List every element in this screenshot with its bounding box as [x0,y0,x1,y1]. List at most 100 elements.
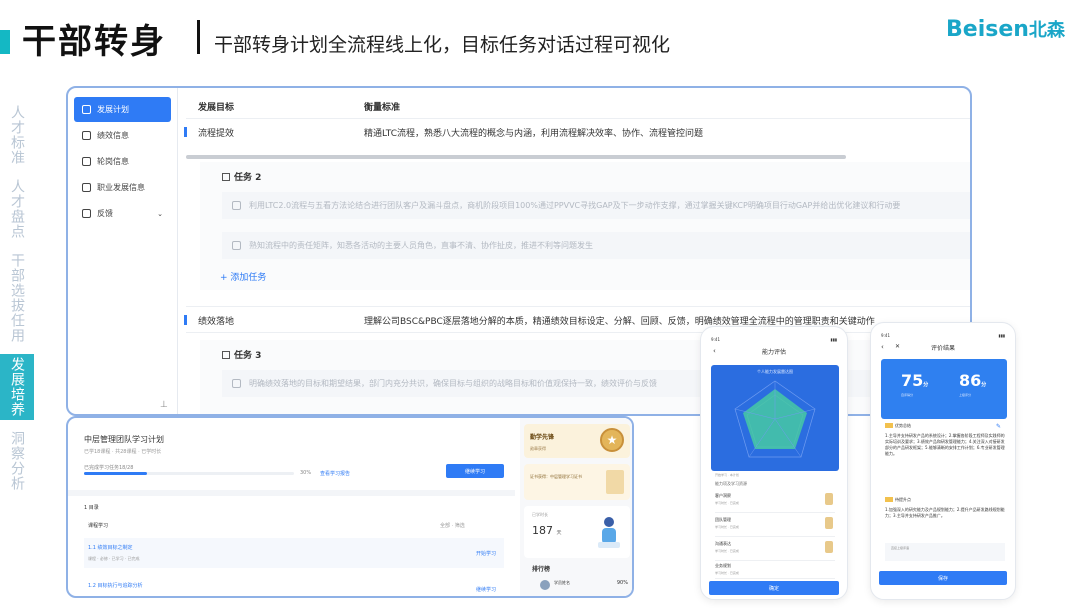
phone-assessment: 9:41 ▮▮▮ ‹ 能力评估 个人能力发展雷达图 开始学习 · 本计划 能力项及… [700,326,848,600]
sidebar-item[interactable]: 职业发展信息 [74,175,171,200]
battery-icon: ▮▮▮ [830,337,837,342]
battery-icon: ▮▮▮ [998,333,1005,338]
badge-icon [825,517,833,529]
filter-control[interactable]: 全部 · 筛选 [440,522,465,529]
sidebar-item-label: 反馈 [97,209,113,218]
report-link[interactable]: 查看学习报告 [320,470,350,477]
progress-bar [84,472,294,475]
goal-cell: 绩效落地 [198,317,235,327]
row-divider [186,118,970,119]
status-bar: 9:41 ▮▮▮ [711,337,837,342]
course-meta: 课程 · 必修 · 已学习 · 已完成 [88,556,140,561]
ability-item[interactable]: 客户洞察学习时长 · 已完成 [715,491,835,513]
ability-sub: 学习时长 · 已完成 [715,549,739,553]
ability-sub: 学习时长 · 已完成 [715,525,739,529]
checkbox-icon[interactable] [232,379,241,388]
sidebar-item[interactable]: 反馈 ⌄ [74,201,171,226]
ability-name: 沟通表达 [715,541,731,546]
radar-chart-panel: 个人能力发展雷达图 [711,365,839,471]
stat-number: 187 [532,524,553,537]
badge-icon [825,541,833,553]
ranking-row[interactable]: 学员姓名 90% [532,580,628,594]
logo-en: Beisen [946,17,1029,42]
row-marker [184,127,187,137]
continue-learning-link[interactable]: 继续学习 [476,586,496,593]
vnav-label: 洞察分析 [9,431,25,491]
sidebar-item[interactable]: 发展计划 [74,97,171,122]
certificate-card[interactable]: 证书获得：中层管理学习证书 [524,464,630,500]
course-learning-label: 课程学习 [88,523,109,529]
feedback-icon [82,209,91,218]
chevron-down-icon[interactable]: ⌄ [157,210,163,218]
title-accent-bar [0,30,10,54]
target-icon [82,105,91,114]
checkbox-icon[interactable] [232,201,241,210]
task-item[interactable]: 明确绩效落地的目标和期望结果，部门内充分共识，确保目标与组织的战略目标和价值观保… [222,370,970,397]
task-title: 任务 2 [222,170,261,183]
sidebar-item-label: 轮岗信息 [97,157,129,166]
row-marker [184,315,187,325]
vnav-label: 干部选拔任用 [9,253,25,343]
phone-nav-title: 评价结果 [930,345,955,352]
status-time: 9:41 [881,333,890,338]
status-bar: 9:41 ▮▮▮ [881,333,1005,338]
ability-item[interactable]: 业务规划学习时长 · 已完成 [715,561,835,579]
confirm-button[interactable]: 确定 [709,581,839,595]
catalog-heading: 1 目录 [84,505,99,511]
sidebar-item-label: 绩效信息 [97,131,129,140]
avatar [540,580,550,590]
add-task-button[interactable]: + 添加任务 [220,270,266,283]
vnav-item[interactable]: 洞察分析 [0,428,34,494]
ability-name: 团队管理 [715,517,731,522]
sidebar-item-label: 职业发展信息 [97,183,145,192]
vnav-item[interactable]: 发展培养 [0,354,34,420]
rotate-icon [82,157,91,166]
plan-main: 中层管理团队学习计划 已学18课程 · 共28课程 · 已学时长 已完成学习任务… [68,418,515,596]
self-score: 75分 [901,371,928,390]
progress-fill [84,472,147,475]
horizontal-scrollbar[interactable] [186,155,846,159]
radar-chart-icon [734,380,816,458]
badge-card[interactable]: 勤学先锋 勋章获得 ★ [524,424,630,458]
ability-sub: 学习时长 · 已完成 [715,501,739,505]
badge-title: 勤学先锋 [530,434,555,441]
vnav-item[interactable]: 干部选拔任用 [0,250,34,346]
page-subtitle: 干部转身计划全流程线上化，目标任务对话过程可视化 [214,34,671,56]
strength-heading-text: 优势总结 [895,423,911,428]
person-illustration-icon [598,517,620,548]
phone-tag: 开始学习 · 本计划 [715,473,739,477]
phone-nav-title: 能力评估 [761,349,786,356]
course-title[interactable]: 1.2 目标执行与追踪分析 [88,582,143,589]
task-item[interactable]: 利用LTC2.0流程与五看方法论结合进行团队客户及漏斗盘点，商机阶段项目100%… [222,192,970,219]
save-button[interactable]: 保存 [879,571,1007,585]
sidebar-item[interactable]: 绩效信息 [74,123,171,148]
ability-sub: 学习时长 · 已完成 [715,571,739,575]
ranking-percent: 90% [616,580,628,586]
ability-item[interactable]: 沟通表达学习时长 · 已完成 [715,539,835,561]
task-icon [222,351,230,359]
standard-cell: 精通LTC流程，熟悉八大流程的概念与内涵，利用流程解决效率、协作、流程管控问题 [364,129,704,139]
scroll-handle-icon[interactable]: ⊥ [160,400,168,410]
ability-name: 业务规划 [715,563,731,568]
vnav-item[interactable]: 人才标准 [0,102,34,168]
task-item[interactable]: 熟知流程中的责任矩阵，知悉各活动的主要人员角色，直事不清、协作扯皮，推进不利等问… [222,232,970,259]
course-title[interactable]: 1.1 绩效目标之制定 [88,544,133,551]
stat-unit: 天 [556,530,562,536]
certificate-text: 证书获得：中层管理学习证书 [530,474,582,479]
course-row[interactable] [84,538,504,568]
certificate-icon [606,470,624,494]
vnav-item[interactable]: 人才盘点 [0,176,34,242]
sidebar-item[interactable]: 轮岗信息 [74,149,171,174]
comment-box[interactable]: 直接上级评语 [885,543,1005,561]
start-learning-button[interactable]: 开始学习 [476,550,496,557]
edit-icon[interactable]: ✎ [996,423,1001,430]
continue-learning-button[interactable]: 继续学习 [446,464,504,478]
improve-text: 1.加强深入的研究能力及产品规划能力；2.提升产品研发路线规划能力；3.主导并支… [885,507,1005,518]
ability-name: 客户洞察 [715,493,731,498]
score-panel: 75分 自评得分 86分 上级评分 [881,359,1007,419]
badge-subtitle: 勋章获得 [530,446,546,451]
ability-item[interactable]: 团队管理学习时长 · 已完成 [715,515,835,537]
checkbox-icon[interactable] [232,241,241,250]
task-box: 任务 3 明确绩效落地的目标和期望结果，部门内充分共识，确保目标与组织的战略目标… [200,340,970,414]
sidebar: 发展计划绩效信息轮岗信息职业发展信息 反馈 ⌄ ⊥ [68,88,178,414]
